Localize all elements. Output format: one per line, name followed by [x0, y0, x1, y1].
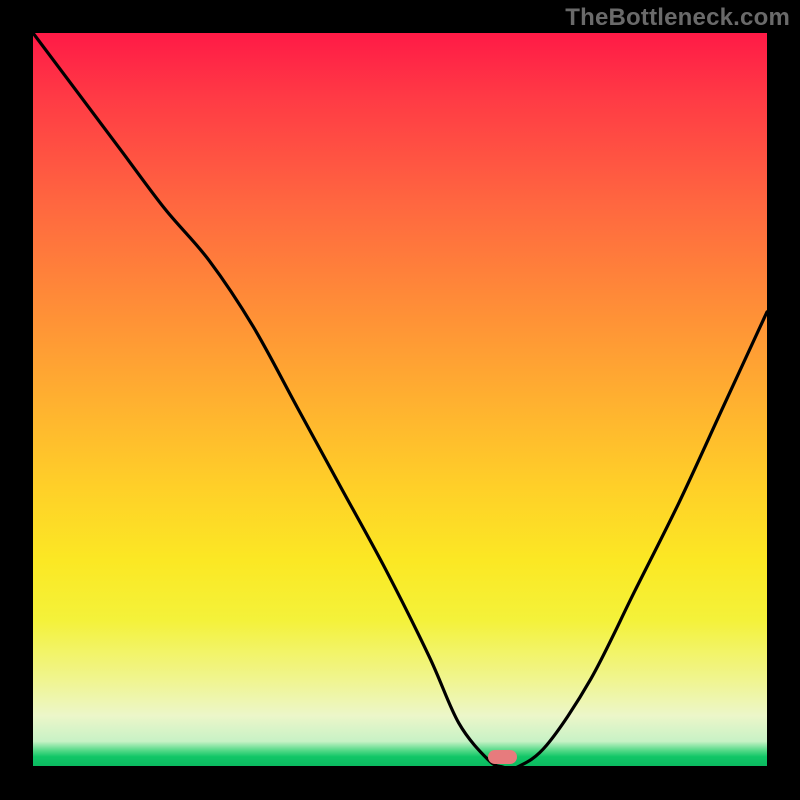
- chart-frame: TheBottleneck.com: [0, 0, 800, 800]
- bottleneck-marker: [488, 750, 517, 764]
- watermark-text: TheBottleneck.com: [565, 4, 790, 32]
- plot-area: [33, 33, 767, 767]
- line-curve: [33, 33, 767, 767]
- x-axis-line: [33, 766, 767, 769]
